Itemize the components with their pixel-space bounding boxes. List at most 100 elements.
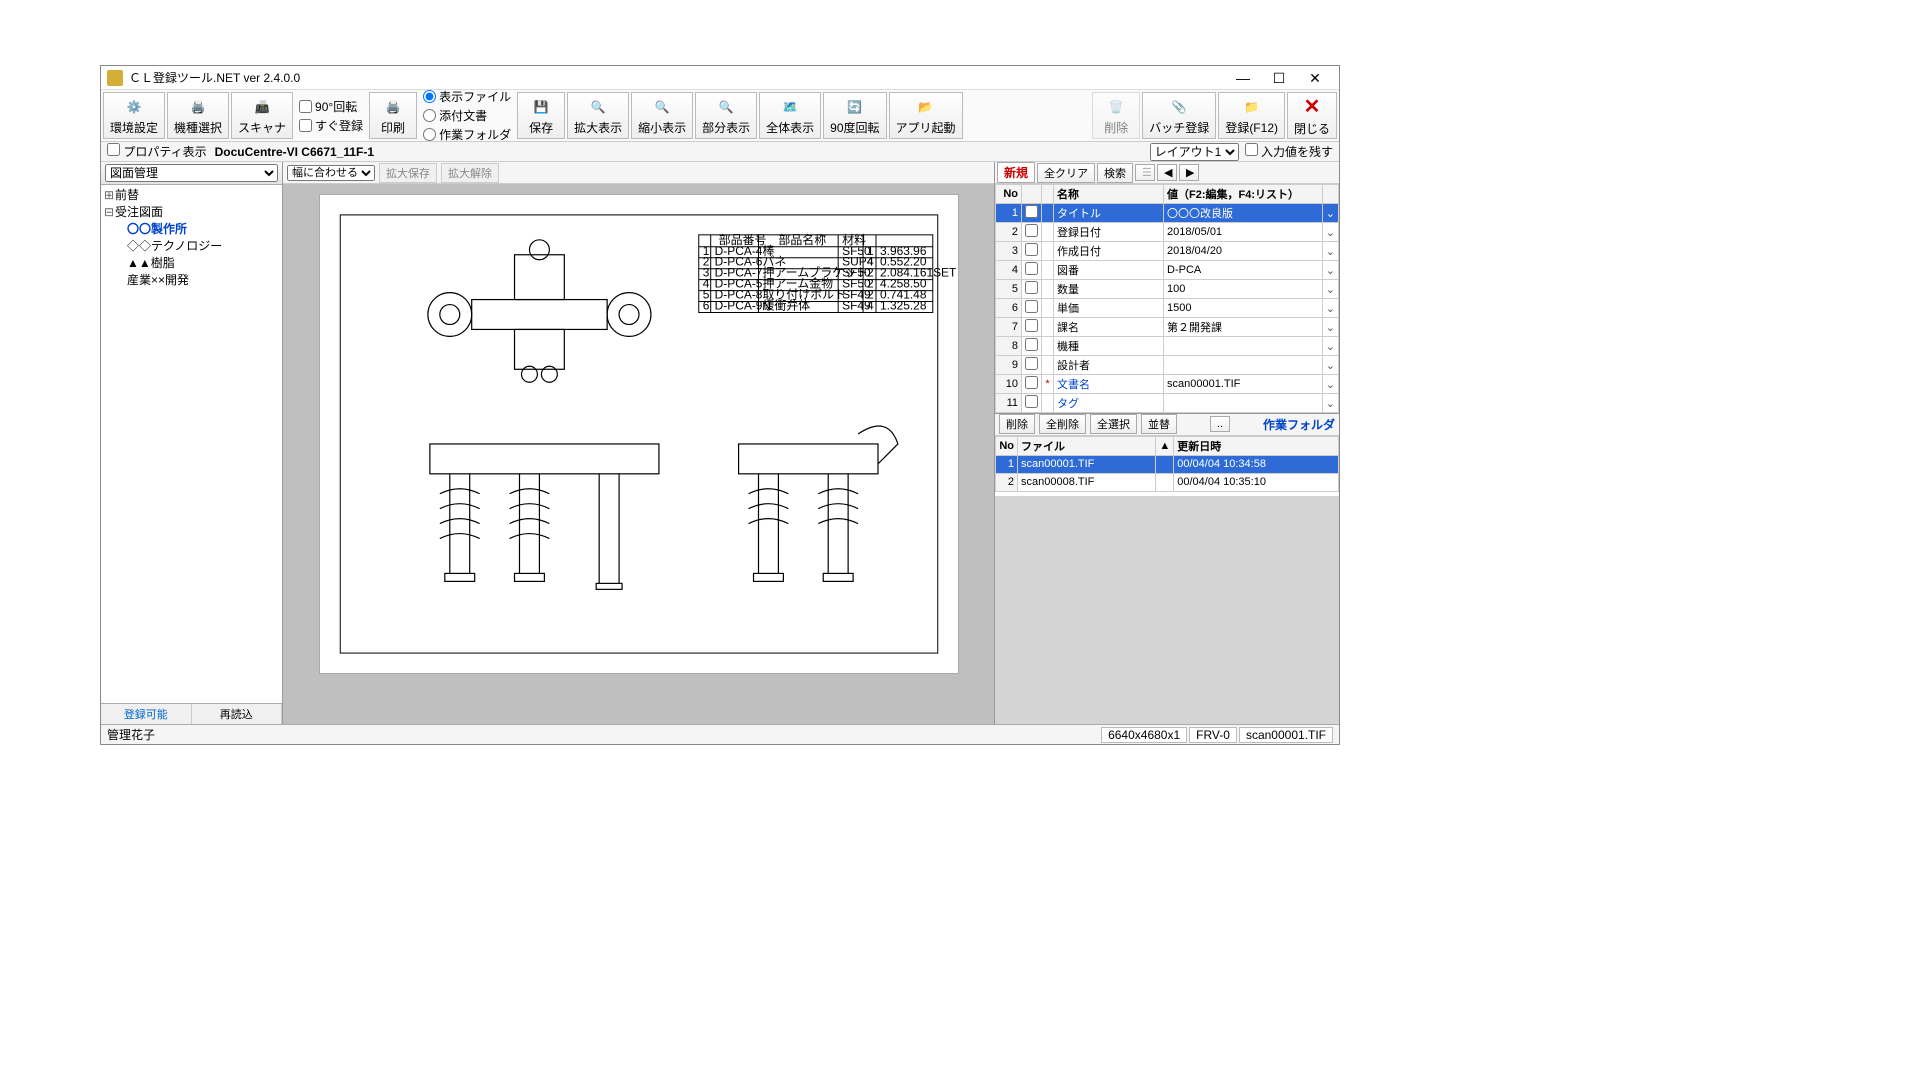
quick-register-checkbox[interactable]: すぐ登録 [299, 117, 363, 134]
work-folder-label[interactable]: 作業フォルダ [1263, 416, 1335, 433]
property-row[interactable]: 5数量100⌄ [996, 280, 1339, 299]
zoom-out-button[interactable]: 🔍縮小表示 [631, 92, 693, 139]
drawing-page: 部品番号 部品名称 材料 [319, 194, 959, 674]
zoom-in-icon: 🔍 [586, 95, 610, 118]
clear-zoom-button[interactable]: 拡大解除 [441, 163, 499, 183]
close-window-button[interactable]: ✕ [1297, 67, 1333, 89]
rotate-90-button[interactable]: 🔄90度回転 [823, 92, 886, 139]
tree-node-selected[interactable]: 〇〇製作所 [103, 221, 280, 238]
tree-category-select[interactable]: 図面管理 [105, 164, 278, 182]
status-bar: 管理花子 6640x4680x1 FRV-0 scan00001.TIF [101, 724, 1339, 744]
tree-node[interactable]: ◇◇テクノロジー [103, 238, 280, 255]
center-panel: 幅に合わせる 拡大保存 拡大解除 [283, 162, 995, 724]
main-toolbar: ⚙️環境設定 🖨️機種選択 📠スキャナ 90°回転 すぐ登録 🖨️印刷 表示ファ… [101, 90, 1339, 142]
right-panel: 新規 全クリア 検索 ☰ ◀ ▶ No 名称 値（F2:編集，F4:リスト） [995, 162, 1339, 724]
gear-icon: ⚙️ [122, 95, 146, 118]
property-show-checkbox[interactable]: プロパティ表示 [107, 143, 207, 160]
save-button[interactable]: 💾保存 [517, 92, 565, 139]
print-icon: 🖨️ [381, 95, 405, 118]
print-button[interactable]: 🖨️印刷 [369, 92, 417, 139]
status-dimensions: 6640x4680x1 [1101, 727, 1187, 743]
technical-drawing: 部品番号 部品名称 材料 [320, 195, 958, 673]
col-name: 名称 [1054, 185, 1164, 204]
zoom-mode-select[interactable]: 幅に合わせる [287, 165, 375, 181]
file-select-all-button[interactable]: 全選択 [1090, 414, 1137, 434]
partial-view-button[interactable]: 🔍部分表示 [695, 92, 757, 139]
printer-icon: 🖨️ [186, 95, 210, 118]
folder-tree[interactable]: ⊞前替 ⊟受注図面 〇〇製作所 ◇◇テクノロジー ▲▲樹脂 産業××開発 [101, 185, 282, 703]
rotate90-checkbox[interactable]: 90°回転 [299, 98, 363, 115]
tree-node[interactable]: ⊞前替 [103, 187, 280, 204]
scanner-icon: 📠 [250, 95, 274, 118]
next-button[interactable]: ▶ [1179, 164, 1199, 181]
tree-node[interactable]: ⊟受注図面 [103, 204, 280, 221]
env-settings-button[interactable]: ⚙️環境設定 [103, 92, 165, 139]
rotate-icon: 🔄 [843, 95, 867, 118]
close-icon: ✕ [1300, 95, 1324, 119]
property-row[interactable]: 6単価1500⌄ [996, 299, 1339, 318]
svg-text:1.325.28: 1.325.28 [879, 299, 926, 313]
file-delete-button[interactable]: 削除 [999, 414, 1035, 434]
list-view-button[interactable]: ☰ [1135, 164, 1155, 181]
fit-icon: 🗺️ [778, 95, 802, 118]
register-f12-button[interactable]: 📁登録(F12) [1218, 92, 1285, 139]
browse-button[interactable]: .. [1210, 416, 1230, 432]
scanner-button[interactable]: 📠スキャナ [231, 92, 293, 139]
save-zoom-button[interactable]: 拡大保存 [379, 163, 437, 183]
batch-register-button[interactable]: 📎バッチ登録 [1142, 92, 1216, 139]
file-table[interactable]: No ファイル ▲ 更新日時 1scan00001.TIF00/04/04 10… [995, 436, 1339, 496]
new-badge[interactable]: 新規 [997, 162, 1035, 183]
file-delete-all-button[interactable]: 全削除 [1039, 414, 1086, 434]
layout-select[interactable]: レイアウト1 [1150, 143, 1239, 161]
prev-button[interactable]: ◀ [1157, 164, 1177, 181]
left-panel: 図面管理 ⊞前替 ⊟受注図面 〇〇製作所 ◇◇テクノロジー ▲▲樹脂 産業××開… [101, 162, 283, 724]
keep-input-checkbox[interactable]: 入力値を残す [1245, 143, 1333, 160]
svg-text:部品名称: 部品名称 [778, 232, 826, 247]
launch-icon: 📂 [914, 95, 938, 118]
clear-all-button[interactable]: 全クリア [1037, 163, 1095, 183]
property-row[interactable]: 7課名第２開発課⌄ [996, 318, 1339, 337]
trash-icon: 🗑️ [1104, 95, 1128, 118]
crop-icon: 🔍 [714, 95, 738, 118]
window-title: ＣＬ登録ツール.NET ver 2.4.0.0 [129, 69, 1225, 86]
property-row[interactable]: 4図番D-PCA⌄ [996, 261, 1339, 280]
file-row[interactable]: 2scan00008.TIF00/04/04 10:35:10 [996, 473, 1339, 491]
property-table[interactable]: No 名称 値（F2:編集，F4:リスト） 1タイトル〇〇〇改良版⌄2登録日付2… [995, 184, 1339, 414]
property-row[interactable]: 10*文書名scan00001.TIF⌄ [996, 375, 1339, 394]
property-row[interactable]: 3作成日付2018/04/20⌄ [996, 242, 1339, 261]
whole-view-button[interactable]: 🗺️全体表示 [759, 92, 821, 139]
radio-showfile[interactable]: 表示ファイル [423, 88, 511, 105]
svg-text:6: 6 [702, 299, 709, 313]
property-row[interactable]: 8機種⌄ [996, 337, 1339, 356]
scan-options: 90°回転 すぐ登録 [295, 92, 367, 139]
file-row[interactable]: 1scan00001.TIF00/04/04 10:34:58 [996, 455, 1339, 473]
save-icon: 💾 [529, 95, 553, 118]
zoom-in-button[interactable]: 🔍拡大表示 [567, 92, 629, 139]
delete-button[interactable]: 🗑️削除 [1092, 92, 1140, 139]
property-row[interactable]: 9設計者⌄ [996, 356, 1339, 375]
file-sort-button[interactable]: 並替 [1141, 414, 1177, 434]
app-launch-button[interactable]: 📂アプリ起動 [889, 92, 963, 139]
model-select-button[interactable]: 🖨️機種選択 [167, 92, 229, 139]
col-value: 値（F2:編集，F4:リスト） [1164, 185, 1323, 204]
search-button[interactable]: 検索 [1097, 163, 1133, 183]
property-row[interactable]: 12公開開始日2018/08/24⌄ [996, 413, 1339, 414]
app-icon [107, 70, 123, 86]
col-no: No [996, 185, 1022, 204]
status-user: 管理花子 [107, 726, 155, 743]
property-row[interactable]: 2登録日付2018/05/01⌄ [996, 223, 1339, 242]
close-app-button[interactable]: ✕閉じる [1287, 92, 1337, 139]
radio-workfolder[interactable]: 作業フォルダ [423, 126, 511, 143]
maximize-button[interactable]: ☐ [1261, 67, 1297, 89]
drawing-canvas[interactable]: 部品番号 部品名称 材料 [283, 184, 994, 724]
radio-attach[interactable]: 添付文書 [423, 107, 511, 124]
property-row[interactable]: 1タイトル〇〇〇改良版⌄ [996, 204, 1339, 223]
property-row[interactable]: 11タグ⌄ [996, 394, 1339, 413]
device-name: DocuCentre-VI C6671_11F-1 [215, 145, 374, 159]
reload-button[interactable]: 再読込 [192, 704, 283, 724]
tree-node[interactable]: ▲▲樹脂 [103, 255, 280, 272]
tree-node[interactable]: 産業××開発 [103, 272, 280, 289]
svg-text:緩衝弁体: 緩衝弁体 [762, 298, 810, 313]
titlebar: ＣＬ登録ツール.NET ver 2.4.0.0 — ☐ ✕ [101, 66, 1339, 90]
minimize-button[interactable]: — [1225, 67, 1261, 89]
